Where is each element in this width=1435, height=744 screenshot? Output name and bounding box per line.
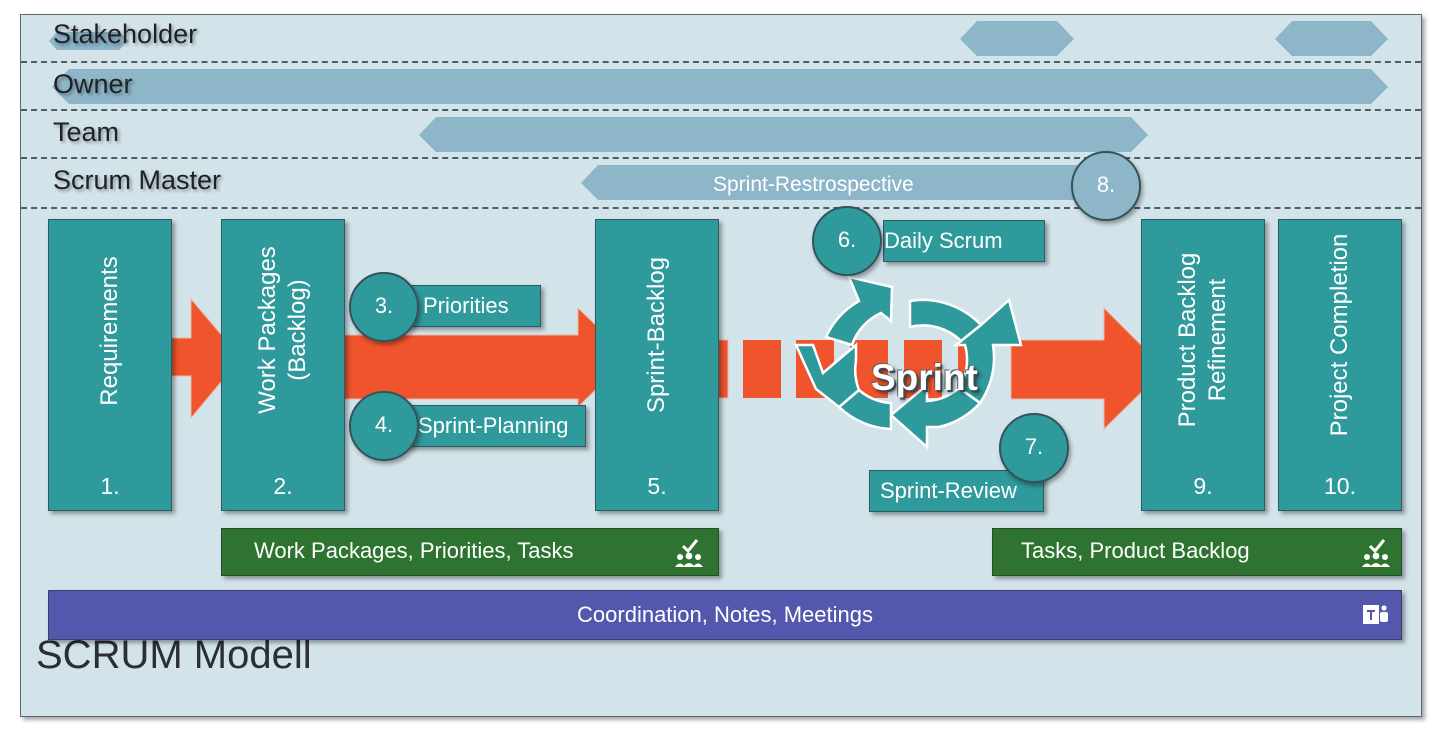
step-number: 5. bbox=[647, 473, 667, 499]
step-product-backlog-refinement: Product Backlog Refinement 9. bbox=[1141, 219, 1265, 511]
step-work-packages: Work Packages (Backlog) 2. bbox=[221, 219, 345, 511]
lane-divider bbox=[21, 207, 1421, 209]
lane-team: Team bbox=[53, 117, 120, 147]
step-badge-7: 7. bbox=[999, 413, 1069, 483]
sprint-label: Sprint bbox=[871, 357, 978, 398]
artifact-bar-planning: Work Packages, Priorities, Tasks bbox=[221, 528, 719, 576]
artifact-bar-review: Tasks, Product Backlog bbox=[992, 528, 1402, 576]
step-number: 2. bbox=[273, 473, 293, 499]
planner-team-check-icon bbox=[1362, 539, 1390, 567]
retrospective-label: Sprint-Restrospective bbox=[713, 173, 914, 196]
step-refinement-label: Product Backlog Refinement bbox=[1173, 215, 1233, 465]
stakeholder-bar-3 bbox=[1275, 21, 1388, 56]
sprint-block-2 bbox=[743, 340, 781, 398]
step-number: 9. bbox=[1193, 473, 1213, 499]
step-number: 10. bbox=[1324, 473, 1356, 499]
stakeholder-bar-2 bbox=[960, 21, 1074, 56]
step-requirements-label: Requirements bbox=[96, 256, 123, 406]
artifact-label: Tasks, Product Backlog bbox=[1021, 538, 1250, 563]
step-work-packages-label: Work Packages (Backlog) bbox=[253, 205, 313, 455]
owner-bar bbox=[52, 69, 1388, 104]
step-sprint-backlog: Sprint-Backlog 5. bbox=[595, 219, 719, 511]
step-badge-6: 6. bbox=[812, 206, 882, 276]
team-bar bbox=[419, 117, 1148, 152]
step-badge-3: 3. bbox=[349, 272, 419, 342]
lane-stakeholder: Stakeholder bbox=[53, 19, 198, 49]
step-project-completion-label: Project Completion bbox=[1326, 233, 1353, 437]
lane-scrum-master: Scrum Master bbox=[53, 165, 222, 195]
label-line-2: Refinement bbox=[1204, 278, 1231, 402]
lane-divider bbox=[21, 61, 1421, 63]
scrum-diagram: Stakeholder Owner Team Scrum Master Spri… bbox=[20, 14, 1422, 717]
event-label: Sprint-Review bbox=[880, 478, 1017, 503]
step-badge-4: 4. bbox=[349, 391, 419, 461]
step-sprint-backlog-label: Sprint-Backlog bbox=[643, 256, 670, 414]
label-line-1: Work Packages bbox=[254, 246, 281, 414]
event-label: Sprint-Planning bbox=[418, 413, 569, 438]
artifact-label: Work Packages, Priorities, Tasks bbox=[254, 538, 574, 563]
label-line-2: (Backlog) bbox=[284, 279, 311, 381]
step-project-completion: Project Completion 10. bbox=[1278, 219, 1402, 511]
lane-divider bbox=[21, 109, 1421, 111]
planner-team-check-icon bbox=[675, 539, 703, 567]
event-label: Daily Scrum bbox=[884, 228, 1003, 253]
communication-bar: Coordination, Notes, Meetings bbox=[48, 590, 1402, 640]
event-daily-scrum: Daily Scrum bbox=[883, 220, 1045, 262]
lane-divider bbox=[21, 157, 1421, 159]
communication-label: Coordination, Notes, Meetings bbox=[577, 602, 873, 627]
event-label: Priorities bbox=[423, 293, 509, 318]
lane-owner: Owner bbox=[53, 69, 133, 99]
teams-icon bbox=[1363, 605, 1388, 624]
step-number: 1. bbox=[100, 473, 120, 499]
step-requirements: Requirements 1. bbox=[48, 219, 172, 511]
step-badge-8: 8. bbox=[1071, 151, 1141, 221]
label-line-1: Product Backlog bbox=[1174, 252, 1201, 428]
